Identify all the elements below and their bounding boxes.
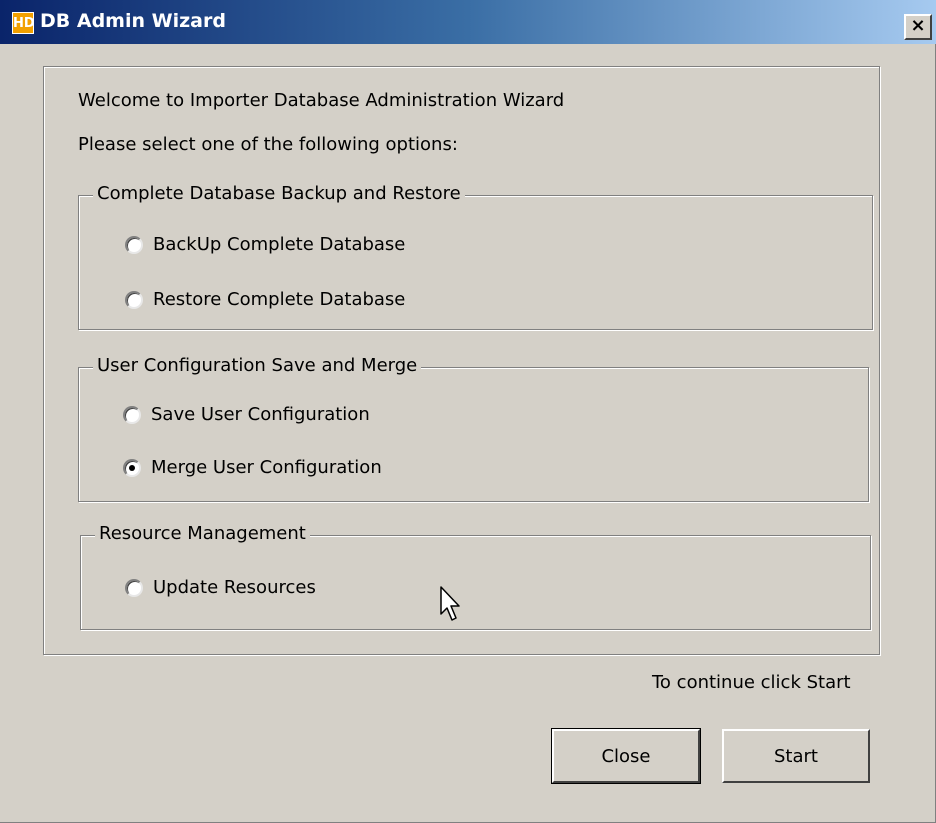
db-admin-wizard-window: HD DB Admin Wizard × Welcome to Importer… <box>0 0 936 823</box>
group-title-backup-restore: Complete Database Backup and Restore <box>93 183 465 204</box>
radio-label: Merge User Configuration <box>151 457 382 478</box>
radio-update-resources[interactable]: Update Resources <box>125 577 316 598</box>
group-backup-restore: Complete Database Backup and Restore Bac… <box>78 183 873 330</box>
group-user-configuration: User Configuration Save and Merge Save U… <box>78 355 869 502</box>
close-icon: × <box>910 15 926 36</box>
radio-button-selected[interactable] <box>123 458 141 477</box>
hd-logo-icon: HD <box>12 12 35 34</box>
group-title-resource-management: Resource Management <box>95 523 310 544</box>
radio-button[interactable] <box>125 235 143 254</box>
radio-restore-complete-database[interactable]: Restore Complete Database <box>125 289 405 310</box>
window-close-button[interactable]: × <box>904 14 932 40</box>
radio-button[interactable] <box>125 290 143 309</box>
radio-label: Restore Complete Database <box>153 289 406 310</box>
radio-merge-user-configuration[interactable]: Merge User Configuration <box>123 457 382 478</box>
close-button-label: Close <box>601 745 651 767</box>
radio-backup-complete-database[interactable]: BackUp Complete Database <box>125 234 405 255</box>
radio-button[interactable] <box>123 405 141 424</box>
instruction-text: Please select one of the following optio… <box>78 134 458 155</box>
group-title-user-configuration: User Configuration Save and Merge <box>93 355 422 376</box>
group-resource-management: Resource Management Update Resources <box>80 523 871 630</box>
window-title: DB Admin Wizard <box>40 10 226 32</box>
arrow-cursor-icon <box>440 586 460 621</box>
radio-label: Update Resources <box>153 577 316 598</box>
continue-hint: To continue click Start <box>652 672 851 693</box>
radio-button[interactable] <box>125 578 143 597</box>
radio-save-user-configuration[interactable]: Save User Configuration <box>123 404 370 425</box>
start-button[interactable]: Start <box>722 729 870 783</box>
start-button-label: Start <box>774 745 818 767</box>
radio-label: Save User Configuration <box>151 404 370 425</box>
radio-label: BackUp Complete Database <box>153 234 406 255</box>
title-bar[interactable]: HD DB Admin Wizard × <box>0 0 936 44</box>
close-button[interactable]: Close <box>551 728 701 784</box>
welcome-text: Welcome to Importer Database Administrat… <box>78 90 565 111</box>
